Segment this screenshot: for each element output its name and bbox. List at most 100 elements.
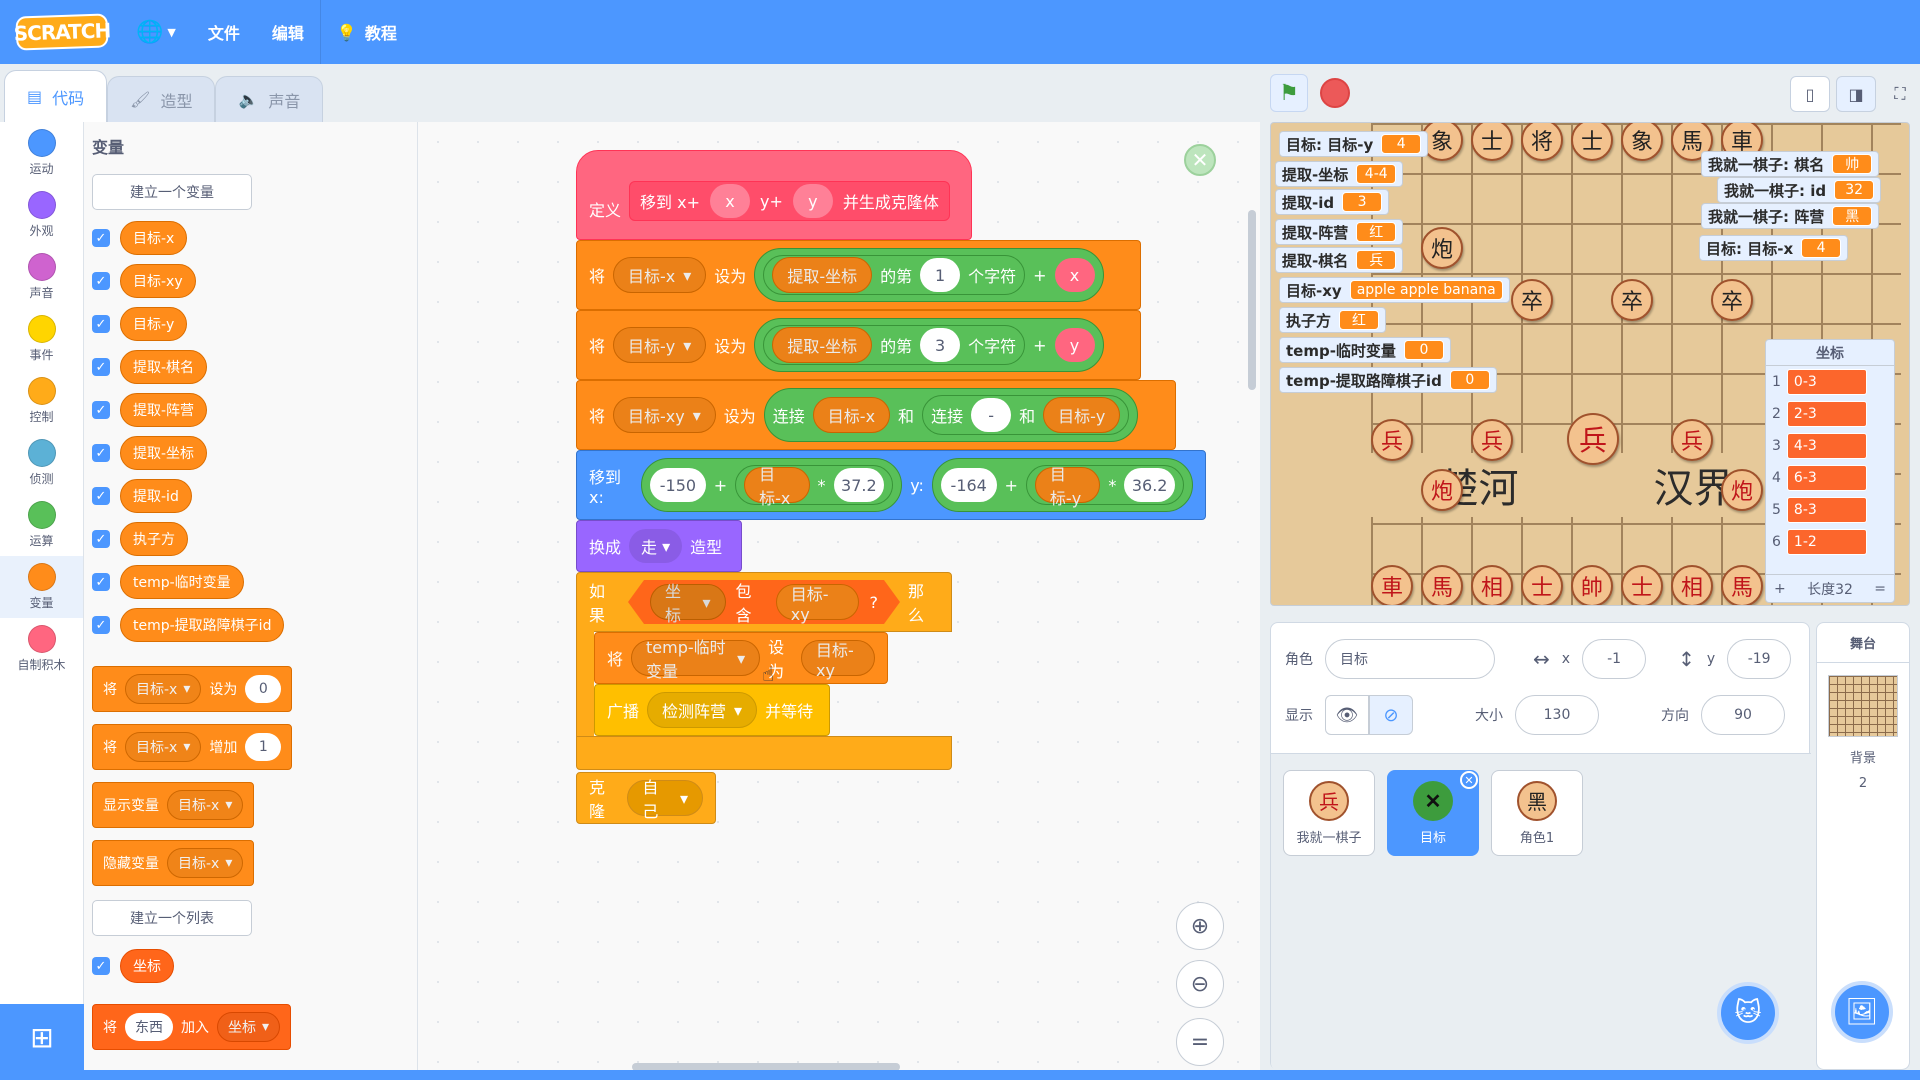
variable-reporter[interactable]: 提取-阵营 (120, 393, 208, 427)
number-input[interactable]: 1 (920, 258, 961, 292)
variable-dropdown[interactable]: 目标-x ▾ (167, 790, 244, 820)
number-input[interactable]: 3 (920, 328, 961, 362)
broadcast-and-wait-block[interactable]: 广播 检测阵营 ▾ 并等待 (594, 684, 830, 736)
variable-reporter[interactable]: 目标-xy (776, 584, 860, 620)
sprite-name-input[interactable]: 目标 (1325, 639, 1495, 679)
switch-costume-block[interactable]: 换成 走 ▾ 造型 (576, 520, 742, 572)
variable-checkbox[interactable]: ✓ (92, 272, 110, 290)
variable-checkbox[interactable]: ✓ (92, 358, 110, 376)
join-operator[interactable]: 连接 目标-x 和 连接 - 和 目标-y (763, 388, 1139, 442)
number-input[interactable]: 36.2 (1124, 468, 1175, 502)
make-list-button[interactable]: 建立一个列表 (92, 900, 252, 936)
zoom-reset-button[interactable]: = (1176, 1018, 1224, 1066)
sprite-thumbnail-selected[interactable]: ✕ 目标 ✕ (1387, 770, 1479, 856)
list-resize-handle[interactable]: = (1874, 581, 1886, 597)
backdrop-thumbnail[interactable] (1828, 675, 1898, 737)
show-variable-block[interactable]: 显示变量 目标-x ▾ (92, 782, 255, 828)
list-contains-operator[interactable]: 坐标 ▾ 包含 目标-xy ? (628, 580, 900, 624)
choose-backdrop-button[interactable]: 🖼 (1831, 981, 1893, 1043)
category-control[interactable]: 控制 (0, 370, 83, 432)
variable-reporter[interactable]: 提取-坐标 (772, 327, 873, 363)
chess-piece[interactable]: 車 (1371, 565, 1413, 605)
define-block[interactable]: 定义 移到 x+ x y+ y 并生成克隆体 (576, 150, 972, 240)
value-input[interactable]: 东西 (125, 1013, 173, 1041)
variable-reporter[interactable]: 目标-x (120, 221, 188, 255)
list-item[interactable]: 1-2 (1786, 529, 1867, 555)
variable-reporter[interactable]: 提取-id (120, 479, 192, 513)
variable-monitor[interactable]: temp-提取路障棋子id 0 (1279, 367, 1497, 393)
set-variable-block[interactable]: 将 目标-x ▾ 设为 0 (92, 666, 293, 712)
chess-piece[interactable]: 兵 (1371, 419, 1413, 461)
list-dropdown[interactable]: 坐标 ▾ (217, 1012, 281, 1042)
chess-piece[interactable]: 相 (1671, 565, 1713, 605)
variable-monitor[interactable]: 提取-棋名兵 (1275, 247, 1404, 273)
goto-xy-block[interactable]: 移到 x: -150 + 目标-x * 37.2 y: -164 + 目标-y … (576, 450, 1206, 520)
category-sound[interactable]: 声音 (0, 246, 83, 308)
message-dropdown[interactable]: 检测阵营 ▾ (647, 692, 758, 728)
y-input[interactable]: -19 (1727, 639, 1792, 679)
change-variable-block[interactable]: 将 目标-x ▾ 增加 1 (92, 724, 293, 770)
multiply-operator[interactable]: 目标-y * 36.2 (1025, 465, 1184, 508)
list-dropdown[interactable]: 坐标 ▾ (650, 584, 725, 620)
variable-monitor[interactable]: 目标: 目标-y 4 (1279, 131, 1429, 157)
letter-of-operator[interactable]: 提取-坐标 的第 1 个字符 (763, 255, 1026, 295)
variable-reporter[interactable]: 目标-xy (800, 640, 876, 680)
multiply-operator[interactable]: 目标-x * 37.2 (735, 465, 894, 508)
variable-monitor[interactable]: 我就一棋子: 阵营黑 (1701, 203, 1880, 229)
list-item[interactable]: 8-3 (1786, 497, 1867, 523)
variable-reporter[interactable]: 目标-x (744, 465, 810, 508)
variable-dropdown[interactable]: 目标-y ▾ (613, 327, 707, 363)
variable-dropdown[interactable]: 目标-x ▾ (613, 257, 707, 293)
chess-piece[interactable]: 馬 (1421, 565, 1463, 605)
green-flag-button[interactable]: ⚑ (1270, 74, 1308, 112)
add-operator[interactable]: 提取-坐标 的第 1 个字符 + x (754, 248, 1104, 302)
add-operator[interactable]: 提取-坐标 的第 3 个字符 + y (754, 318, 1104, 372)
category-looks[interactable]: 外观 (0, 184, 83, 246)
category-operators[interactable]: 运算 (0, 494, 83, 556)
add-extension-button[interactable]: ⊞ (0, 1004, 84, 1070)
variable-reporter[interactable]: temp-临时变量 (120, 565, 244, 599)
variable-checkbox[interactable]: ✓ (92, 573, 110, 591)
variable-monitor[interactable]: 我就一棋子: id 32 (1717, 177, 1882, 203)
param-reporter[interactable]: y (1054, 328, 1095, 362)
tab-sounds[interactable]: 🔈 声音 (215, 76, 324, 122)
file-menu[interactable]: 文件 (192, 0, 256, 64)
variable-monitor[interactable]: 执子方红 (1279, 307, 1387, 333)
chess-piece[interactable]: 兵 (1471, 419, 1513, 461)
stop-button[interactable] (1320, 78, 1350, 108)
variable-monitor[interactable]: 目标: 目标-x 4 (1699, 235, 1849, 261)
sprite-thumbnail[interactable]: 兵 我就一棋子 (1283, 770, 1375, 856)
variable-checkbox[interactable]: ✓ (92, 530, 110, 548)
variable-checkbox[interactable]: ✓ (92, 487, 110, 505)
hide-button[interactable]: ⊘ (1369, 695, 1413, 735)
number-input[interactable]: 37.2 (833, 468, 885, 502)
number-input[interactable]: -164 (940, 468, 997, 502)
list-item[interactable]: 2-3 (1786, 401, 1867, 427)
variable-reporter[interactable]: 目标-x (812, 397, 891, 433)
add-to-list-block[interactable]: 将 东西 加入 坐标 ▾ (92, 1004, 292, 1050)
stage-selector[interactable]: 舞台 背景 2 🖼 (1816, 622, 1910, 1070)
stage-canvas[interactable]: 楚河 汉界 象 士 将 士 象 馬 車 卒 卒 卒 炮 兵 兵 兵 兵 炮 炮 … (1270, 122, 1910, 606)
category-sensing[interactable]: 侦测 (0, 432, 83, 494)
direction-input[interactable]: 90 (1701, 695, 1785, 735)
set-variable-block[interactable]: 将 目标-x ▾ 设为 提取-坐标 的第 1 个字符 + x (576, 240, 1141, 310)
chess-piece[interactable]: 士 (1521, 565, 1563, 605)
fullscreen-button[interactable]: ⛶ (1880, 76, 1920, 112)
hide-variable-block[interactable]: 隐藏变量 目标-x ▾ (92, 840, 255, 886)
category-events[interactable]: 事件 (0, 308, 83, 370)
variable-dropdown[interactable]: temp-临时变量 ▾ (631, 638, 761, 681)
size-input[interactable]: 130 (1515, 695, 1599, 735)
list-monitor[interactable]: 坐标 1 0-3 2 2-3 3 4-3 4 6-3 5 8-3 6 1-2 + 长度32 … (1765, 339, 1895, 603)
chess-piece[interactable]: 兵 (1567, 413, 1619, 465)
small-stage-button[interactable]: ▯ (1790, 76, 1830, 112)
number-input[interactable]: -150 (650, 468, 706, 502)
join-operator[interactable]: 连接 - 和 目标-y (922, 395, 1130, 435)
add-operator[interactable]: -150 + 目标-x * 37.2 (641, 458, 903, 512)
category-motion[interactable]: 运动 (0, 122, 83, 184)
edit-menu[interactable]: 编辑 (256, 0, 320, 64)
zoom-out-button[interactable]: ⊖ (1176, 960, 1224, 1008)
make-variable-button[interactable]: 建立一个变量 (92, 174, 252, 210)
set-variable-block[interactable]: 将 temp-临时变量 ▾ 设为 目标-xy (594, 632, 888, 684)
param-y[interactable]: y (792, 184, 833, 218)
chess-piece[interactable]: 炮 (1421, 227, 1463, 269)
